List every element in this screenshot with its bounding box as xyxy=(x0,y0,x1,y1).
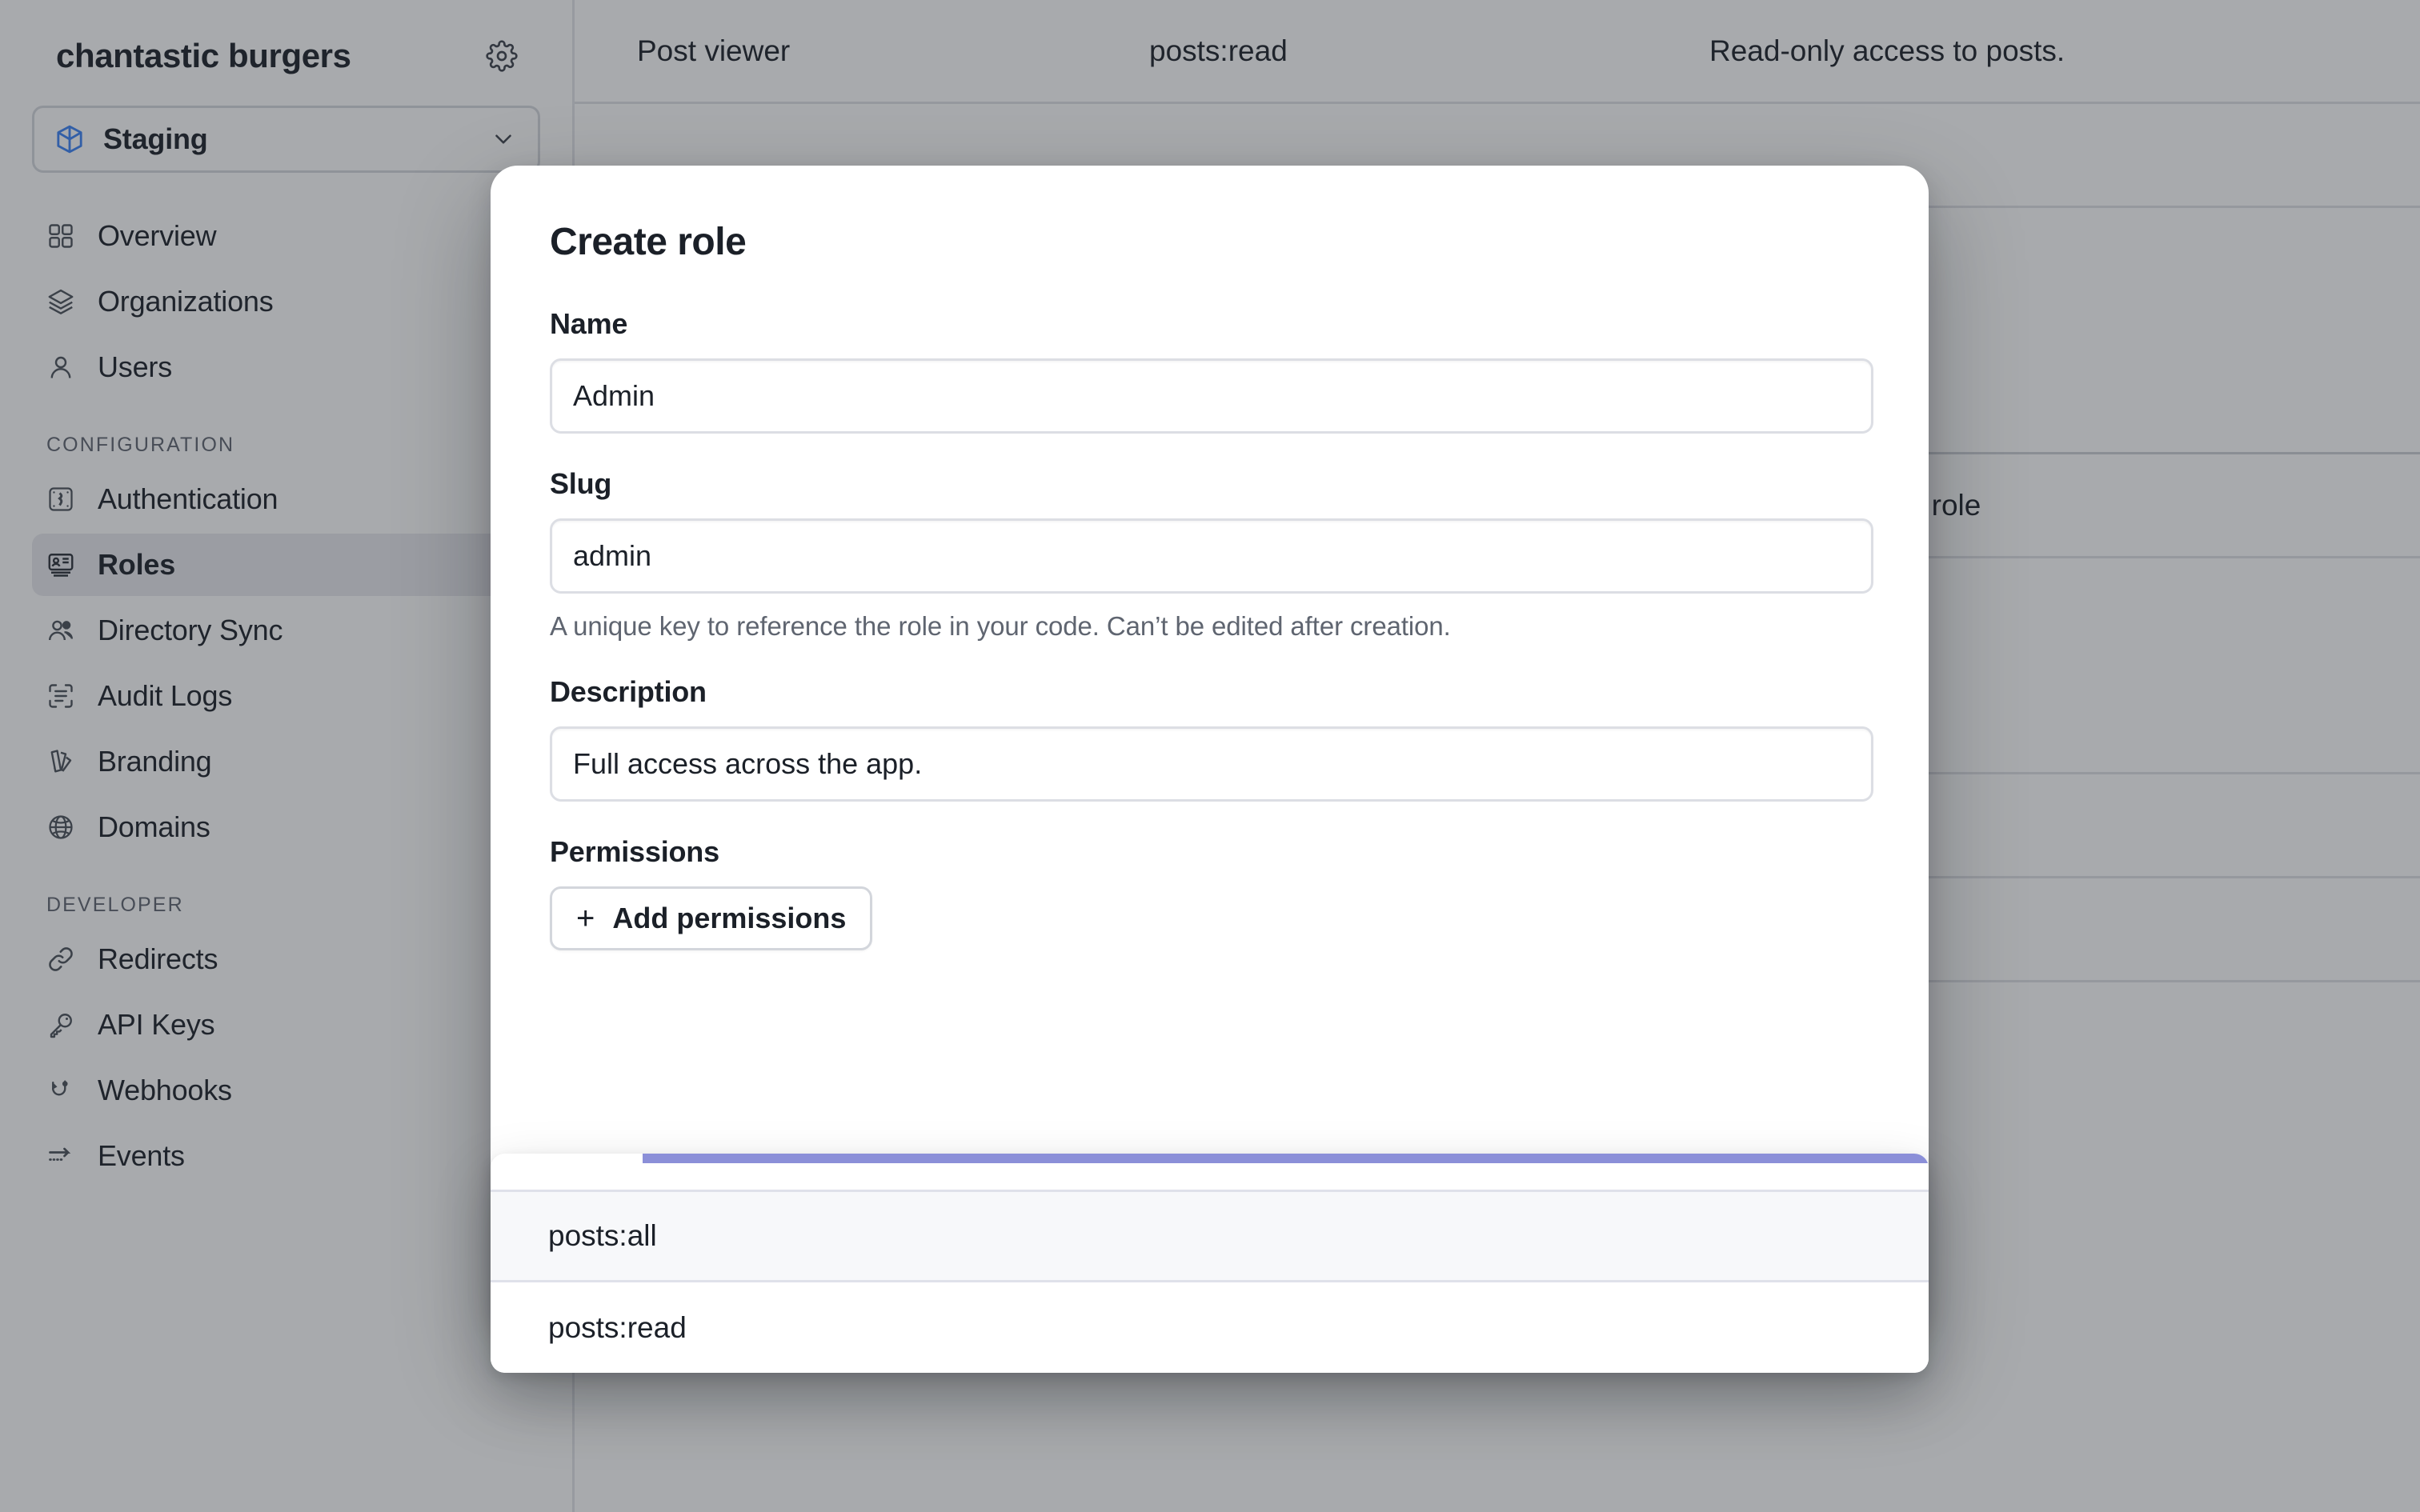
slug-help-text: A unique key to reference the role in yo… xyxy=(550,611,1869,642)
dropdown-accent-bar xyxy=(643,1154,1929,1163)
slug-field-label: Slug xyxy=(550,467,1869,501)
add-permissions-label: Add permissions xyxy=(612,902,846,935)
description-field-group: Description Full access across the app. xyxy=(550,675,1869,802)
permissions-field-group: Permissions + Add permissions xyxy=(550,835,1869,950)
description-field-label: Description xyxy=(550,675,1869,709)
plus-icon: + xyxy=(576,902,595,934)
permissions-option[interactable]: posts:all xyxy=(491,1192,1929,1282)
name-input[interactable]: Admin xyxy=(550,358,1873,434)
dialog-title: Create role xyxy=(550,220,1869,264)
permissions-option[interactable]: posts:read xyxy=(491,1282,1929,1373)
add-permissions-button[interactable]: + Add permissions xyxy=(550,886,872,950)
permissions-dropdown: posts:all posts:read xyxy=(491,1154,1929,1373)
description-input[interactable]: Full access across the app. xyxy=(550,726,1873,802)
slug-input[interactable]: admin xyxy=(550,518,1873,594)
slug-field-group: Slug admin A unique key to reference the… xyxy=(550,467,1869,642)
name-field-group: Name Admin xyxy=(550,307,1869,434)
permissions-label: Permissions xyxy=(550,835,1869,869)
name-field-label: Name xyxy=(550,307,1869,341)
